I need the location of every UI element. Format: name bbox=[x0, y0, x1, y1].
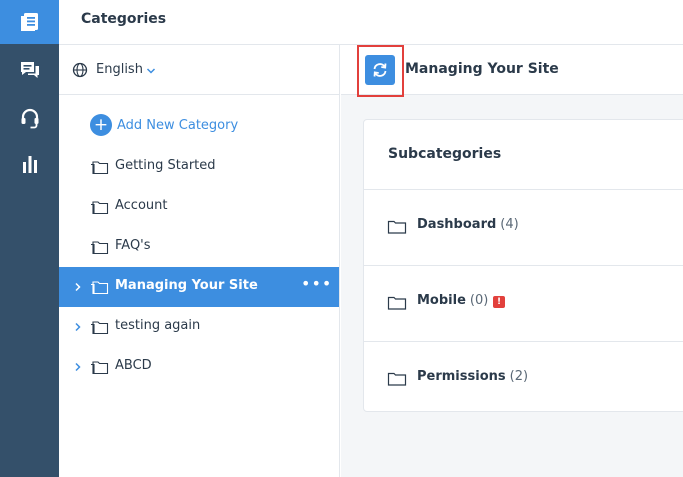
folder-icon bbox=[91, 241, 109, 255]
top-header: Categories bbox=[59, 0, 683, 45]
refresh-button[interactable] bbox=[365, 55, 395, 85]
language-label: English bbox=[96, 62, 143, 77]
card-title: Subcategories bbox=[388, 146, 502, 162]
category-title: Managing Your Site bbox=[405, 61, 559, 77]
refresh-icon bbox=[373, 63, 387, 77]
category-label: testing again bbox=[115, 318, 201, 333]
subcategory-name-text: Permissions bbox=[417, 369, 506, 384]
subcategory-name-text: Dashboard bbox=[417, 217, 497, 232]
category-item-abcd[interactable]: ABCD bbox=[59, 347, 339, 387]
subcategory-row-mobile[interactable]: Mobile (0) ! bbox=[364, 266, 683, 342]
category-label: ABCD bbox=[115, 358, 152, 373]
chevron-right-icon[interactable] bbox=[73, 320, 83, 334]
document-list-icon bbox=[20, 13, 38, 31]
chevron-right-icon[interactable] bbox=[73, 280, 83, 294]
category-item-managing-your-site[interactable]: Managing Your Site ••• bbox=[59, 267, 339, 307]
warning-icon: ! bbox=[493, 296, 505, 308]
category-label: FAQ's bbox=[115, 238, 151, 253]
rail-item-articles[interactable] bbox=[0, 0, 59, 44]
folder-icon bbox=[91, 321, 109, 335]
subcategory-name: Mobile (0) bbox=[417, 293, 488, 308]
category-item-faqs[interactable]: FAQ's bbox=[59, 227, 339, 267]
category-item-account[interactable]: Account bbox=[59, 187, 339, 227]
card-header: Subcategories bbox=[364, 120, 683, 190]
category-item-getting-started[interactable]: Getting Started bbox=[59, 147, 339, 187]
add-category-button[interactable]: + Add New Category bbox=[90, 114, 238, 136]
more-options-icon[interactable]: ••• bbox=[301, 276, 331, 295]
rail-item-support[interactable] bbox=[0, 96, 59, 140]
subcategory-name: Dashboard (4) bbox=[417, 217, 519, 232]
category-label: Getting Started bbox=[115, 158, 216, 173]
folder-icon bbox=[387, 296, 407, 310]
main-header: Managing Your Site bbox=[341, 45, 683, 97]
nav-rail bbox=[0, 0, 59, 477]
subcategory-count: (2) bbox=[509, 369, 529, 384]
chat-bubbles-icon bbox=[20, 62, 39, 78]
language-selector[interactable]: English bbox=[59, 45, 339, 95]
subcategory-name: Permissions (2) bbox=[417, 369, 528, 384]
headset-icon bbox=[21, 108, 38, 129]
plus-icon: + bbox=[90, 114, 112, 136]
folder-icon bbox=[387, 372, 407, 386]
page-title: Categories bbox=[81, 11, 167, 27]
chevron-right-icon[interactable] bbox=[73, 360, 83, 374]
add-category-label: Add New Category bbox=[117, 117, 239, 133]
category-label: Account bbox=[115, 198, 168, 213]
rail-item-reports[interactable] bbox=[0, 142, 59, 186]
subcategory-row-dashboard[interactable]: Dashboard (4) bbox=[364, 190, 683, 266]
folder-icon bbox=[387, 220, 407, 234]
chevron-down-icon bbox=[146, 68, 156, 74]
bar-chart-icon bbox=[22, 156, 37, 173]
folder-icon bbox=[91, 281, 109, 295]
category-item-testing-again[interactable]: testing again bbox=[59, 307, 339, 347]
main-content: Managing Your Site Subcategories Dashboa… bbox=[341, 45, 683, 477]
folder-icon bbox=[91, 361, 109, 375]
folder-icon bbox=[91, 161, 109, 175]
category-label: Managing Your Site bbox=[115, 278, 258, 293]
subcategory-row-permissions[interactable]: Permissions (2) bbox=[364, 342, 683, 418]
subcategory-name-text: Mobile bbox=[417, 293, 466, 308]
subcategory-count: (4) bbox=[500, 217, 519, 232]
categories-panel: English + Add New Category Getting Start… bbox=[59, 45, 340, 477]
subcategories-card: Subcategories Dashboard (4) Mobile (0) ! P… bbox=[363, 119, 683, 412]
globe-icon bbox=[72, 62, 88, 78]
folder-icon bbox=[91, 201, 109, 215]
subcategory-count: (0) bbox=[469, 293, 489, 308]
rail-item-conversations[interactable] bbox=[0, 48, 59, 92]
